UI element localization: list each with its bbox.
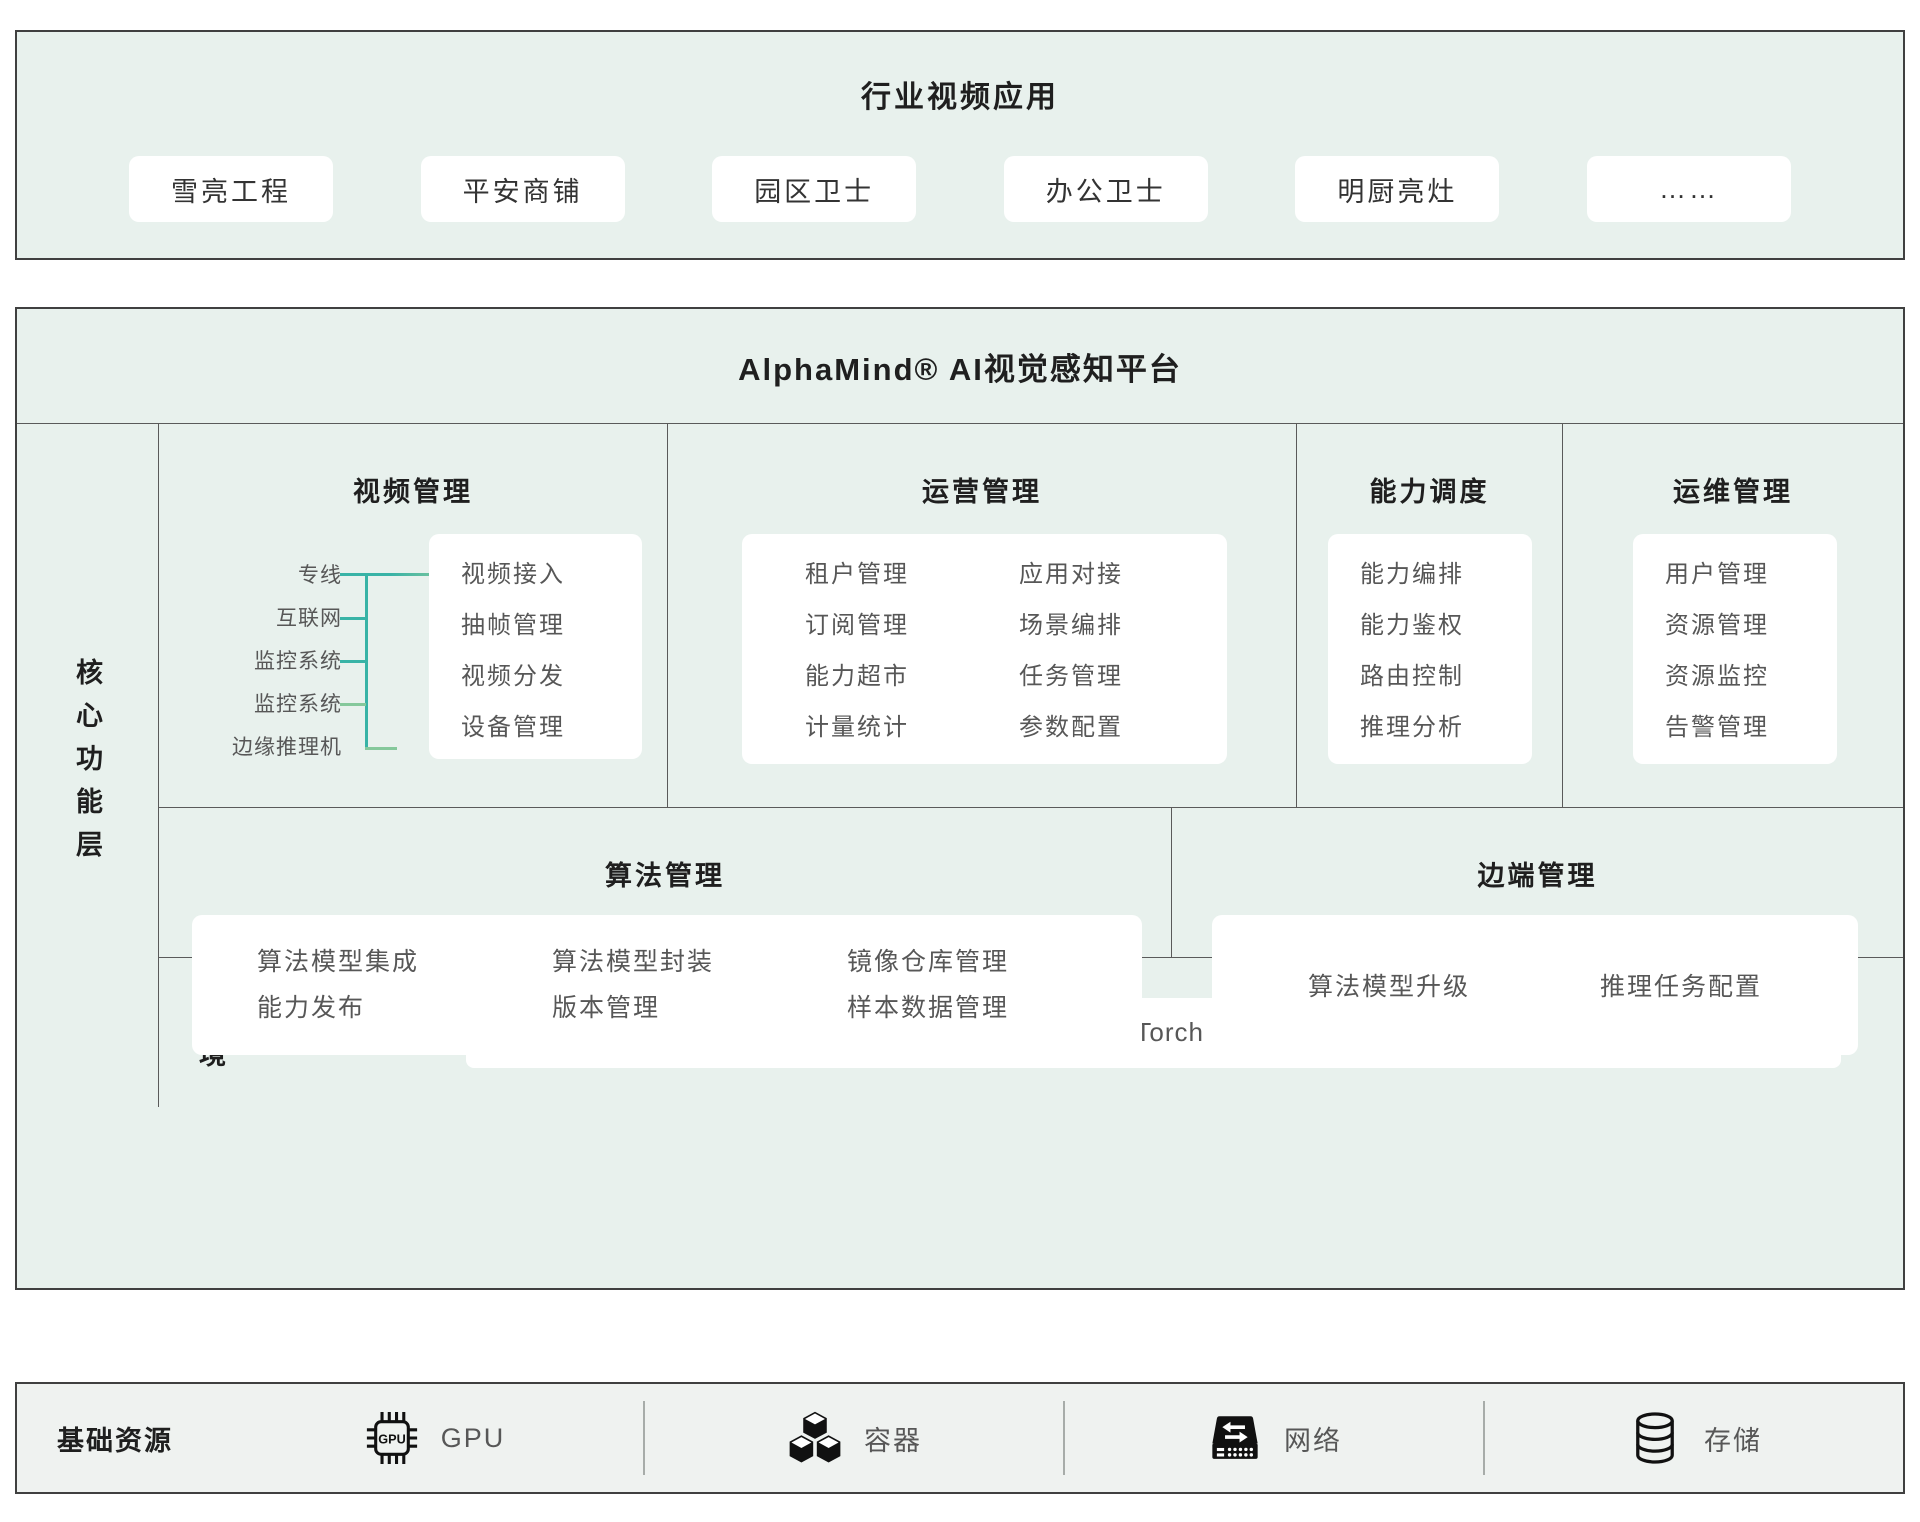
video-source-label: 监控系统 — [159, 683, 342, 726]
app-pill-xueliang: 雪亮工程 — [129, 156, 333, 222]
operation-mgmt-item: 计量统计 — [805, 702, 1019, 753]
video-mgmt-header: 视频管理 — [159, 470, 667, 509]
algo-mgmt-card: 算法模型集成 能力发布 算法模型封装 版本管理 镜像仓库管理 样本数据管理 — [192, 915, 1142, 1055]
capability-sched-item: 推理分析 — [1360, 702, 1532, 753]
connector-stub-line — [340, 703, 366, 706]
algo-mgmt-item: 样本数据管理 — [847, 985, 1142, 1031]
video-mgmt-column: 视频管理 专线 互联网 监控系统 监控系统 边缘推理机 — [159, 424, 668, 807]
video-mgmt-item: 视频分发 — [461, 651, 642, 702]
video-mgmt-item: 设备管理 — [461, 702, 642, 753]
resource-network: 网络 — [1065, 1409, 1483, 1467]
gpu-icon: GPU — [363, 1409, 421, 1467]
app-pill-yuanqu: 园区卫士 — [712, 156, 916, 222]
resource-gpu-label: GPU — [441, 1423, 506, 1454]
capability-sched-card: 能力编排 能力鉴权 路由控制 推理分析 — [1328, 534, 1532, 764]
industry-apps-panel: 行业视频应用 雪亮工程 平安商铺 园区卫士 办公卫士 明厨亮灶 …… — [15, 30, 1905, 260]
algo-mgmt-header: 算法管理 — [159, 854, 1171, 893]
algo-mgmt-col3: 镜像仓库管理 样本数据管理 — [847, 939, 1142, 1055]
operation-mgmt-column: 运营管理 租户管理 订阅管理 能力超市 计量统计 应用对接 场景编排 — [668, 424, 1297, 807]
operation-mgmt-item: 租户管理 — [805, 549, 1019, 600]
app-pill-pingan: 平安商铺 — [421, 156, 625, 222]
architecture-diagram: 行业视频应用 雪亮工程 平安商铺 园区卫士 办公卫士 明厨亮灶 …… Alpha… — [0, 0, 1920, 1522]
resource-container-label: 容器 — [864, 1419, 922, 1458]
edge-mgmt-card: 算法模型升级 推理任务配置 — [1212, 915, 1858, 1055]
video-source-label: 专线 — [159, 554, 342, 597]
ops-mgmt-item: 资源管理 — [1665, 600, 1837, 651]
function-row-2: 算法管理 算法模型集成 能力发布 算法模型封装 版本管理 镜像仓 — [159, 807, 1903, 957]
platform-title: AlphaMind® AI视觉感知平台 — [17, 309, 1903, 424]
operation-mgmt-col1: 租户管理 订阅管理 能力超市 计量统计 — [805, 549, 1019, 764]
capability-sched-item: 路由控制 — [1360, 651, 1532, 702]
algo-mgmt-col1: 算法模型集成 能力发布 — [257, 939, 552, 1055]
operation-mgmt-item: 任务管理 — [1019, 651, 1123, 702]
algo-mgmt-item: 算法模型集成 — [257, 939, 552, 985]
edge-mgmt-item: 算法模型升级 — [1308, 967, 1470, 1003]
resources-items: GPU GPU 容器 — [225, 1384, 1903, 1492]
ops-mgmt-item: 用户管理 — [1665, 549, 1837, 600]
video-source-labels: 专线 互联网 监控系统 监控系统 边缘推理机 — [159, 554, 342, 769]
operation-mgmt-item: 场景编排 — [1019, 600, 1123, 651]
algo-mgmt-column: 算法管理 算法模型集成 能力发布 算法模型封装 版本管理 镜像仓 — [159, 808, 1172, 957]
ops-mgmt-item: 告警管理 — [1665, 702, 1837, 753]
edge-mgmt-column: 边端管理 算法模型升级 推理任务配置 — [1172, 808, 1903, 957]
resources-label: 基础资源 — [57, 1419, 225, 1458]
algo-mgmt-item: 算法模型封装 — [552, 939, 847, 985]
resource-storage-label: 存储 — [1704, 1419, 1762, 1458]
platform-main: 核心功能层 视频管理 专线 互联网 监控系统 监控系统 边缘推理机 — [17, 424, 1903, 1107]
industry-apps-title: 行业视频应用 — [17, 72, 1903, 116]
function-row-1: 视频管理 专线 互联网 监控系统 监控系统 边缘推理机 — [159, 424, 1903, 807]
operation-mgmt-item: 参数配置 — [1019, 702, 1123, 753]
operation-mgmt-col2: 应用对接 场景编排 任务管理 参数配置 — [1019, 549, 1123, 764]
capability-sched-item: 能力编排 — [1360, 549, 1532, 600]
connector-stub-line — [340, 617, 366, 620]
capability-sched-item: 能力鉴权 — [1360, 600, 1532, 651]
video-source-label: 互联网 — [159, 597, 342, 640]
connector-hook-line — [365, 747, 397, 750]
platform-panel: AlphaMind® AI视觉感知平台 核心功能层 视频管理 专线 互联网 监控… — [15, 307, 1905, 1290]
video-mgmt-card: 视频接入 抽帧管理 视频分发 设备管理 — [429, 534, 642, 759]
operation-mgmt-header: 运营管理 — [668, 470, 1296, 509]
storage-icon — [1626, 1409, 1684, 1467]
edge-mgmt-item: 推理任务配置 — [1600, 967, 1762, 1003]
core-function-label: 核心功能层 — [68, 658, 107, 873]
resource-container: 容器 — [645, 1409, 1063, 1467]
resource-network-label: 网络 — [1284, 1419, 1342, 1458]
capability-sched-column: 能力调度 能力编排 能力鉴权 路由控制 推理分析 — [1297, 424, 1563, 807]
video-source-label: 监控系统 — [159, 640, 342, 683]
core-function-sidebar: 核心功能层 — [17, 424, 159, 1107]
operation-mgmt-card: 租户管理 订阅管理 能力超市 计量统计 应用对接 场景编排 任务管理 参数配置 — [742, 534, 1227, 764]
resource-gpu: GPU GPU — [225, 1409, 643, 1467]
edge-mgmt-header: 边端管理 — [1172, 854, 1903, 893]
ops-mgmt-card: 用户管理 资源管理 资源监控 告警管理 — [1633, 534, 1837, 764]
video-source-label: 边缘推理机 — [159, 726, 342, 769]
operation-mgmt-item: 能力超市 — [805, 651, 1019, 702]
resources-panel: 基础资源 GPU GPU — [15, 1382, 1905, 1494]
ops-mgmt-item: 资源监控 — [1665, 651, 1837, 702]
video-mgmt-item: 抽帧管理 — [461, 600, 642, 651]
app-pill-bangong: 办公卫士 — [1004, 156, 1208, 222]
video-mgmt-item: 视频接入 — [461, 549, 642, 600]
capability-sched-header: 能力调度 — [1297, 470, 1562, 509]
resource-storage: 存储 — [1485, 1409, 1903, 1467]
algo-mgmt-item: 能力发布 — [257, 985, 552, 1031]
ops-mgmt-column: 运维管理 用户管理 资源管理 资源监控 告警管理 — [1563, 424, 1903, 807]
container-icon — [786, 1409, 844, 1467]
svg-text:GPU: GPU — [378, 1432, 405, 1446]
app-pill-mingchu: 明厨亮灶 — [1295, 156, 1499, 222]
network-icon — [1206, 1409, 1264, 1467]
algo-mgmt-item: 版本管理 — [552, 985, 847, 1031]
algo-mgmt-col2: 算法模型封装 版本管理 — [552, 939, 847, 1055]
app-pill-row: 雪亮工程 平安商铺 园区卫士 办公卫士 明厨亮灶 …… — [17, 156, 1903, 222]
operation-mgmt-item: 应用对接 — [1019, 549, 1123, 600]
connector-stub-line — [340, 660, 366, 663]
algo-mgmt-item: 镜像仓库管理 — [847, 939, 1142, 985]
function-rows: 视频管理 专线 互联网 监控系统 监控系统 边缘推理机 — [159, 424, 1903, 1107]
app-pill-more: …… — [1587, 156, 1791, 222]
ops-mgmt-header: 运维管理 — [1563, 470, 1903, 509]
operation-mgmt-item: 订阅管理 — [805, 600, 1019, 651]
